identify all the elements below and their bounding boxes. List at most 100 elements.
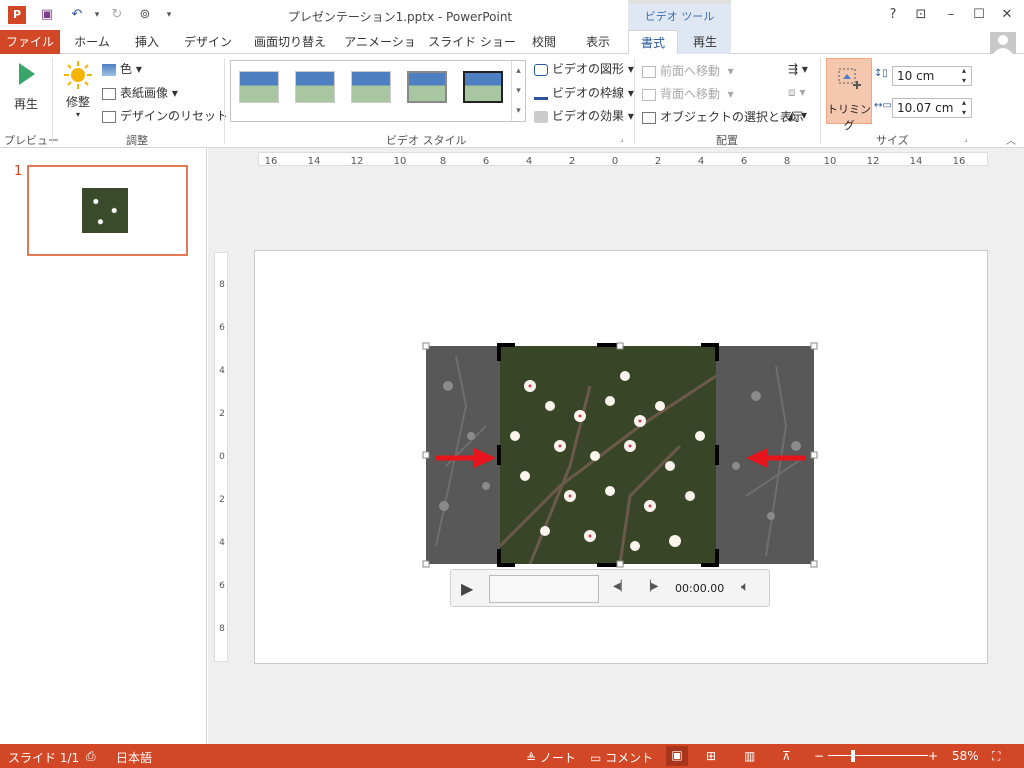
slide-indicator: スライド 1/1: [8, 751, 80, 765]
ruler-tick-label: 0: [612, 156, 618, 167]
step-forward-button[interactable]: ▕▶: [643, 581, 658, 592]
fit-slide-icon[interactable]: ⛶: [992, 749, 1000, 764]
width-spinner[interactable]: ▴ ▾: [962, 98, 966, 118]
arrow-left-icon: [746, 448, 806, 468]
height-field[interactable]: 10 cm: [892, 66, 972, 86]
height-spinner[interactable]: ▴ ▾: [962, 66, 966, 86]
video-effects-label: ビデオの効果: [552, 109, 625, 123]
normal-view-icon[interactable]: ▣: [666, 746, 688, 766]
crop-icon: [838, 68, 861, 89]
video-border-button[interactable]: ビデオの枠線 ▾: [534, 84, 634, 101]
send-backward-button[interactable]: 背面へ移動 ▾: [642, 85, 734, 102]
zoom-slider[interactable]: [828, 755, 928, 756]
tab-view[interactable]: 表示: [576, 30, 620, 54]
ruler-tick-label: 12: [867, 156, 880, 167]
video-style-thumb[interactable]: [463, 71, 503, 103]
user-avatar[interactable]: [990, 32, 1016, 54]
ruler-tick-label: 2: [219, 409, 225, 419]
video-shape-label: ビデオの図形: [552, 62, 625, 76]
status-bar: スライド 1/1 ⎙ 日本語 ≜ ノート ▭ コメント ▣ ⊞ ▥ ⊼ − + …: [0, 744, 1024, 768]
ruler-tick-label: 6: [483, 156, 489, 167]
send-backward-icon: [642, 88, 656, 101]
collapse-ribbon-icon[interactable]: ︿: [1006, 132, 1016, 147]
tab-format[interactable]: 書式: [628, 30, 678, 55]
video-style-thumb[interactable]: [407, 71, 447, 103]
ruler-tick-label: 4: [698, 156, 704, 167]
slide-sorter-icon[interactable]: ⊞: [706, 749, 716, 763]
tab-insert[interactable]: 挿入: [124, 30, 170, 54]
group-icon[interactable]: ⧈ ▾: [788, 85, 805, 100]
tab-transitions[interactable]: 画面切り替え: [248, 30, 332, 54]
bring-forward-button[interactable]: 前面へ移動 ▾: [642, 62, 734, 79]
time-display: 00:00.00: [675, 582, 725, 595]
tab-playback[interactable]: 再生: [682, 30, 728, 54]
video-style-thumb[interactable]: [351, 71, 391, 103]
zoom-slider-thumb[interactable]: [851, 750, 855, 762]
color-button[interactable]: 色 ▾: [102, 60, 142, 77]
slide-thumbnail-pane: 1: [0, 148, 207, 744]
slide-thumbnail[interactable]: [27, 165, 188, 256]
maximize-icon[interactable]: ☐: [966, 4, 992, 26]
crop-button[interactable]: トリミング: [826, 58, 872, 132]
volume-icon[interactable]: 🔈︎: [741, 579, 749, 595]
play-button[interactable]: ▶: [461, 579, 473, 598]
tab-animations[interactable]: アニメーション: [340, 30, 420, 73]
ruler-tick-label: 0: [219, 452, 225, 462]
gallery-scroll[interactable]: ▴ ▾ ▾: [511, 61, 525, 121]
tab-file[interactable]: ファイル: [0, 30, 60, 54]
ruler-tick-label: 16: [265, 156, 278, 167]
dialog-launcher-icon[interactable]: ⌟: [964, 134, 968, 143]
effects-icon: [534, 110, 548, 123]
reset-design-button[interactable]: デザインのリセット ▾: [102, 107, 242, 124]
comments-label: コメント: [605, 751, 654, 765]
selection-pane-label: オブジェクトの選択と表示: [660, 110, 805, 124]
group-label-video-styles: ビデオ スタイル: [386, 134, 467, 147]
group-label-adjust: 調整: [126, 134, 148, 147]
tab-home[interactable]: ホーム: [66, 30, 118, 54]
step-back-button[interactable]: ◀▏: [613, 581, 628, 592]
tab-design[interactable]: デザイン: [178, 30, 238, 54]
video-style-thumb[interactable]: [295, 71, 335, 103]
bring-forward-icon: [642, 65, 656, 78]
selection-pane-button[interactable]: オブジェクトの選択と表示: [642, 108, 804, 125]
zoom-in-icon[interactable]: +: [928, 749, 938, 763]
play-label: 再生: [13, 97, 38, 111]
video-style-thumb[interactable]: [239, 71, 279, 103]
tab-slideshow[interactable]: スライド ショー: [428, 30, 516, 54]
reading-view-icon[interactable]: ▥: [744, 749, 755, 763]
color-icon: [102, 63, 116, 76]
play-preview-button[interactable]: 再生: [6, 60, 46, 124]
minimize-icon[interactable]: –: [938, 4, 964, 26]
video-effects-button[interactable]: ビデオの効果 ▾: [534, 107, 634, 124]
group-divider: [634, 58, 635, 144]
help-button[interactable]: ?: [880, 4, 906, 26]
corrections-button[interactable]: 修整 ▾: [60, 60, 96, 124]
ruler-tick-label: 6: [219, 581, 225, 591]
ruler-tick-label: 12: [351, 156, 364, 167]
video-shape-button[interactable]: ビデオの図形 ▾: [534, 60, 634, 77]
seek-bar[interactable]: [489, 575, 599, 603]
corrections-label: 修整: [65, 95, 90, 109]
comments-button[interactable]: ▭ コメント: [590, 749, 653, 766]
width-field[interactable]: 10.07 cm: [892, 98, 972, 118]
selection-pane-icon: [642, 111, 656, 124]
close-icon[interactable]: ✕: [994, 4, 1020, 26]
reset-icon: [102, 110, 116, 123]
group-divider: [820, 58, 821, 144]
notes-button[interactable]: ≜ ノート: [526, 749, 576, 766]
video-style-gallery[interactable]: ▴ ▾ ▾: [230, 60, 526, 122]
group-label-arrange: 配置: [716, 134, 738, 147]
dialog-launcher-icon[interactable]: ⌟: [620, 134, 624, 143]
zoom-level[interactable]: 58%: [952, 749, 979, 763]
zoom-out-icon[interactable]: −: [814, 749, 824, 763]
language-indicator[interactable]: 日本語: [116, 749, 152, 766]
rotate-icon[interactable]: ◭ ▾: [788, 108, 807, 122]
slideshow-view-icon[interactable]: ⊼: [782, 749, 791, 763]
spelling-icon[interactable]: ⎙: [86, 749, 96, 764]
ruler-tick-label: 2: [569, 156, 575, 167]
tab-review[interactable]: 校閲: [524, 30, 564, 54]
align-icon[interactable]: ⇶ ▾: [788, 62, 808, 76]
pen-icon: [534, 88, 548, 100]
poster-frame-button[interactable]: 表紙画像 ▾: [102, 84, 178, 101]
ribbon-display-options-icon[interactable]: ⊡: [908, 4, 934, 26]
